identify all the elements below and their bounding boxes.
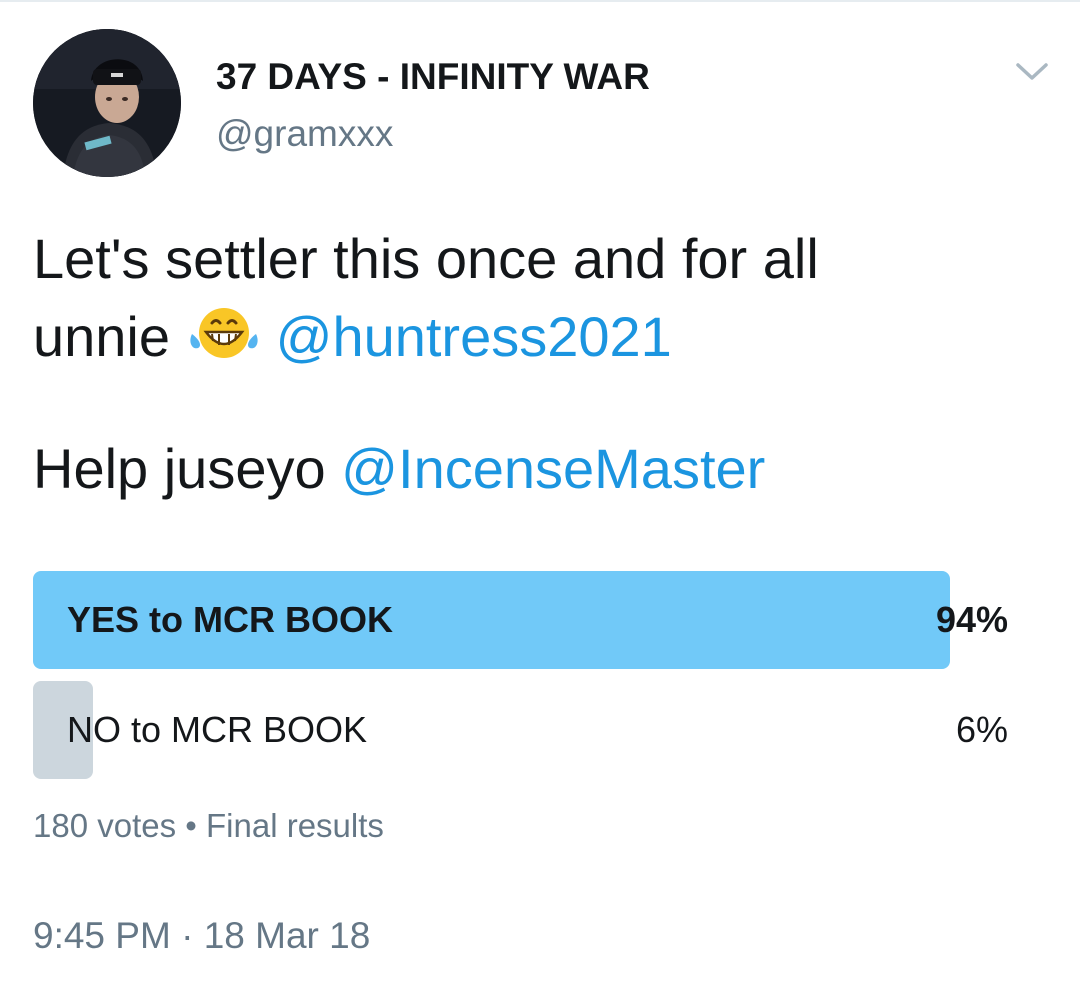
poll-meta: 180 votes • Final results — [33, 807, 384, 845]
poll: YES to MCR BOOK 94% NO to MCR BOOK 6% — [33, 571, 1008, 791]
tweet-line-2: unnie @huntress2021 — [33, 298, 1043, 376]
tweet-timestamp[interactable]: 9:45 PM · 18 Mar 18 — [33, 915, 370, 957]
tweet-line-3: Help juseyo @IncenseMaster — [33, 430, 1043, 508]
mention-incensemaster[interactable]: @IncenseMaster — [341, 437, 765, 500]
laughing-emoji-icon — [186, 302, 262, 358]
author-handle[interactable]: @gramxxx — [216, 113, 393, 155]
poll-option-percent: 94% — [935, 599, 1008, 640]
poll-votes-count: 180 votes — [33, 807, 177, 844]
top-divider — [0, 0, 1080, 2]
avatar[interactable] — [33, 29, 181, 177]
tweet-line-1: Let's settler this once and for all — [33, 227, 819, 290]
poll-option-label: YES to MCR BOOK — [67, 599, 394, 640]
tweet-line-2-text: unnie — [33, 305, 171, 368]
author-display-name[interactable]: 37 DAYS - INFINITY WAR — [216, 56, 650, 98]
poll-option-yes: YES to MCR BOOK 94% — [33, 571, 1008, 669]
timestamp-time: 9:45 PM — [33, 915, 171, 956]
mention-huntress2021[interactable]: @huntress2021 — [276, 305, 672, 368]
poll-option-no: NO to MCR BOOK 6% — [33, 681, 1008, 779]
tweet-text: Let's settler this once and for all unni… — [33, 220, 1043, 508]
timestamp-separator: · — [181, 915, 194, 956]
tweet-line-3-text: Help juseyo — [33, 437, 326, 500]
poll-option-percent: 6% — [955, 709, 1008, 750]
poll-meta-separator: • — [185, 807, 197, 844]
timestamp-date: 18 Mar 18 — [203, 915, 371, 956]
poll-option-label: NO to MCR BOOK — [67, 709, 368, 750]
chevron-down-icon[interactable] — [1014, 57, 1050, 85]
poll-status: Final results — [206, 807, 384, 844]
